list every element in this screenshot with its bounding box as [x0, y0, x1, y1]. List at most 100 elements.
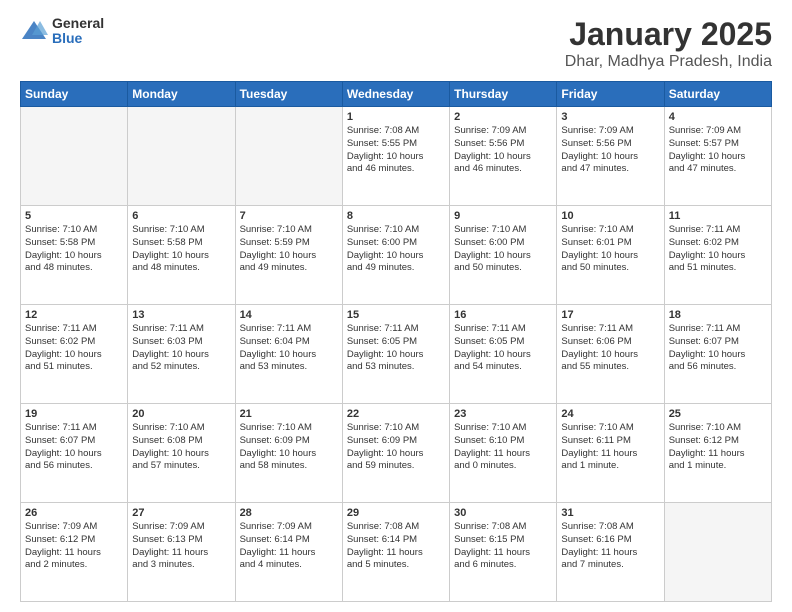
day-info: Sunrise: 7:11 AMSunset: 6:02 PMDaylight:…: [669, 224, 767, 275]
col-header-saturday: Saturday: [664, 82, 771, 107]
title-block: January 2025 Dhar, Madhya Pradesh, India: [565, 16, 772, 71]
calendar-cell: 20 Sunrise: 7:10 AMSunset: 6:08 PMDayligh…: [128, 404, 235, 503]
day-number: 4: [669, 111, 767, 123]
calendar-cell: 13 Sunrise: 7:11 AMSunset: 6:03 PMDayligh…: [128, 305, 235, 404]
day-number: 25: [669, 408, 767, 420]
page: General Blue January 2025 Dhar, Madhya P…: [0, 0, 792, 612]
day-number: 11: [669, 210, 767, 222]
calendar-cell: 10 Sunrise: 7:10 AMSunset: 6:01 PMDayligh…: [557, 206, 664, 305]
day-number: 2: [454, 111, 552, 123]
day-info: Sunrise: 7:10 AMSunset: 5:58 PMDaylight:…: [25, 224, 123, 275]
day-number: 22: [347, 408, 445, 420]
col-header-sunday: Sunday: [21, 82, 128, 107]
day-info: Sunrise: 7:09 AMSunset: 6:12 PMDaylight:…: [25, 521, 123, 572]
day-info: Sunrise: 7:11 AMSunset: 6:07 PMDaylight:…: [25, 422, 123, 473]
day-number: 10: [561, 210, 659, 222]
calendar-cell: 4 Sunrise: 7:09 AMSunset: 5:57 PMDaylight…: [664, 107, 771, 206]
day-info: Sunrise: 7:11 AMSunset: 6:07 PMDaylight:…: [669, 323, 767, 374]
logo-blue-text: Blue: [52, 31, 104, 46]
day-info: Sunrise: 7:10 AMSunset: 6:01 PMDaylight:…: [561, 224, 659, 275]
subtitle: Dhar, Madhya Pradesh, India: [565, 53, 772, 71]
calendar-cell: 3 Sunrise: 7:09 AMSunset: 5:56 PMDaylight…: [557, 107, 664, 206]
day-info: Sunrise: 7:11 AMSunset: 6:05 PMDaylight:…: [347, 323, 445, 374]
day-info: Sunrise: 7:09 AMSunset: 6:14 PMDaylight:…: [240, 521, 338, 572]
day-number: 18: [669, 309, 767, 321]
logo-icon: [20, 17, 48, 45]
week-row-1: 1Sunrise: 7:08 AMSunset: 5:55 PMDaylight…: [21, 107, 772, 206]
day-number: 7: [240, 210, 338, 222]
calendar-cell: 22 Sunrise: 7:10 AMSunset: 6:09 PMDayligh…: [342, 404, 449, 503]
day-info: Sunrise: 7:11 AMSunset: 6:05 PMDaylight:…: [454, 323, 552, 374]
calendar-cell: 18 Sunrise: 7:11 AMSunset: 6:07 PMDayligh…: [664, 305, 771, 404]
day-info: Sunrise: 7:10 AMSunset: 6:11 PMDaylight:…: [561, 422, 659, 473]
day-number: 5: [25, 210, 123, 222]
calendar-cell: 24 Sunrise: 7:10 AMSunset: 6:11 PMDayligh…: [557, 404, 664, 503]
col-header-monday: Monday: [128, 82, 235, 107]
day-info: Sunrise: 7:10 AMSunset: 5:59 PMDaylight:…: [240, 224, 338, 275]
calendar-cell: [235, 107, 342, 206]
day-info: Sunrise: 7:10 AMSunset: 6:00 PMDaylight:…: [454, 224, 552, 275]
day-number: 30: [454, 507, 552, 519]
day-info: Sunrise: 7:08 AMSunset: 6:16 PMDaylight:…: [561, 521, 659, 572]
day-number: 31: [561, 507, 659, 519]
main-title: January 2025: [565, 16, 772, 53]
day-number: 20: [132, 408, 230, 420]
day-number: 13: [132, 309, 230, 321]
week-row-4: 19 Sunrise: 7:11 AMSunset: 6:07 PMDayligh…: [21, 404, 772, 503]
calendar-cell: 16 Sunrise: 7:11 AMSunset: 6:05 PMDayligh…: [450, 305, 557, 404]
day-info: Sunrise: 7:10 AMSunset: 6:00 PMDaylight:…: [347, 224, 445, 275]
day-info: Sunrise: 7:10 AMSunset: 6:08 PMDaylight:…: [132, 422, 230, 473]
calendar-cell: 19 Sunrise: 7:11 AMSunset: 6:07 PMDayligh…: [21, 404, 128, 503]
day-info: Sunrise: 7:08 AMSunset: 5:55 PMDaylight:…: [347, 125, 445, 176]
calendar-cell: 30Sunrise: 7:08 AMSunset: 6:15 PMDayligh…: [450, 503, 557, 602]
day-number: 14: [240, 309, 338, 321]
day-number: 3: [561, 111, 659, 123]
day-info: Sunrise: 7:11 AMSunset: 6:04 PMDaylight:…: [240, 323, 338, 374]
day-info: Sunrise: 7:10 AMSunset: 5:58 PMDaylight:…: [132, 224, 230, 275]
day-number: 8: [347, 210, 445, 222]
calendar-cell: 28 Sunrise: 7:09 AMSunset: 6:14 PMDayligh…: [235, 503, 342, 602]
day-info: Sunrise: 7:10 AMSunset: 6:12 PMDaylight:…: [669, 422, 767, 473]
day-info: Sunrise: 7:09 AMSunset: 5:57 PMDaylight:…: [669, 125, 767, 176]
day-info: Sunrise: 7:09 AMSunset: 5:56 PMDaylight:…: [561, 125, 659, 176]
week-row-5: 26Sunrise: 7:09 AMSunset: 6:12 PMDayligh…: [21, 503, 772, 602]
calendar-cell: 15 Sunrise: 7:11 AMSunset: 6:05 PMDayligh…: [342, 305, 449, 404]
day-number: 21: [240, 408, 338, 420]
day-number: 16: [454, 309, 552, 321]
col-header-thursday: Thursday: [450, 82, 557, 107]
day-number: 28: [240, 507, 338, 519]
calendar-cell: 5 Sunrise: 7:10 AMSunset: 5:58 PMDaylight…: [21, 206, 128, 305]
calendar-cell: 11 Sunrise: 7:11 AMSunset: 6:02 PMDayligh…: [664, 206, 771, 305]
day-number: 6: [132, 210, 230, 222]
day-info: Sunrise: 7:11 AMSunset: 6:03 PMDaylight:…: [132, 323, 230, 374]
day-info: Sunrise: 7:10 AMSunset: 6:09 PMDaylight:…: [347, 422, 445, 473]
calendar-cell: 23Sunrise: 7:10 AMSunset: 6:10 PMDayligh…: [450, 404, 557, 503]
header-row: SundayMondayTuesdayWednesdayThursdayFrid…: [21, 82, 772, 107]
day-number: 24: [561, 408, 659, 420]
calendar-cell: [664, 503, 771, 602]
calendar-cell: 31 Sunrise: 7:08 AMSunset: 6:16 PMDayligh…: [557, 503, 664, 602]
day-number: 19: [25, 408, 123, 420]
calendar-cell: 12Sunrise: 7:11 AMSunset: 6:02 PMDayligh…: [21, 305, 128, 404]
week-row-3: 12Sunrise: 7:11 AMSunset: 6:02 PMDayligh…: [21, 305, 772, 404]
calendar-cell: 14 Sunrise: 7:11 AMSunset: 6:04 PMDayligh…: [235, 305, 342, 404]
col-header-tuesday: Tuesday: [235, 82, 342, 107]
calendar-cell: 6 Sunrise: 7:10 AMSunset: 5:58 PMDaylight…: [128, 206, 235, 305]
calendar-cell: [21, 107, 128, 206]
day-number: 9: [454, 210, 552, 222]
calendar-cell: 2 Sunrise: 7:09 AMSunset: 5:56 PMDaylight…: [450, 107, 557, 206]
calendar-cell: 21 Sunrise: 7:10 AMSunset: 6:09 PMDayligh…: [235, 404, 342, 503]
day-info: Sunrise: 7:09 AMSunset: 5:56 PMDaylight:…: [454, 125, 552, 176]
day-number: 27: [132, 507, 230, 519]
calendar-cell: 29Sunrise: 7:08 AMSunset: 6:14 PMDayligh…: [342, 503, 449, 602]
calendar-cell: 8 Sunrise: 7:10 AMSunset: 6:00 PMDaylight…: [342, 206, 449, 305]
col-header-friday: Friday: [557, 82, 664, 107]
calendar-cell: 17Sunrise: 7:11 AMSunset: 6:06 PMDayligh…: [557, 305, 664, 404]
logo-general-text: General: [52, 16, 104, 31]
day-info: Sunrise: 7:11 AMSunset: 6:02 PMDaylight:…: [25, 323, 123, 374]
day-info: Sunrise: 7:10 AMSunset: 6:09 PMDaylight:…: [240, 422, 338, 473]
calendar-cell: 9 Sunrise: 7:10 AMSunset: 6:00 PMDaylight…: [450, 206, 557, 305]
week-row-2: 5 Sunrise: 7:10 AMSunset: 5:58 PMDaylight…: [21, 206, 772, 305]
day-number: 15: [347, 309, 445, 321]
day-info: Sunrise: 7:10 AMSunset: 6:10 PMDaylight:…: [454, 422, 552, 473]
